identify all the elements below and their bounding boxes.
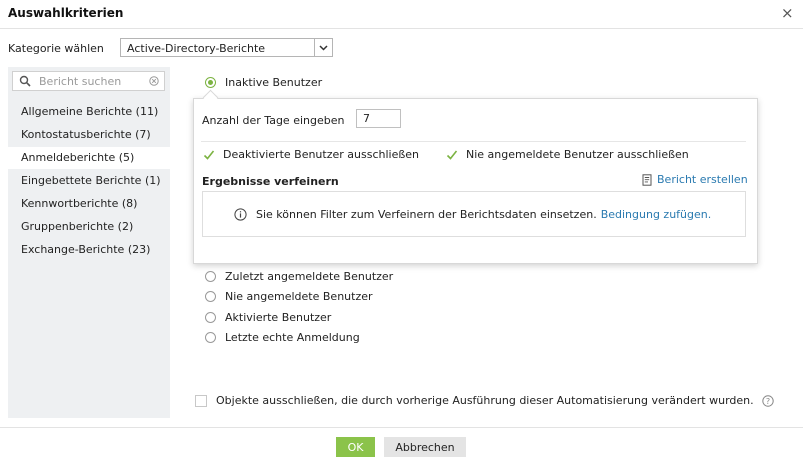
days-input[interactable]: 7 — [356, 109, 401, 128]
report-option-label: Zuletzt angemeldete Benutzer — [225, 270, 394, 283]
checkmark-icon — [203, 150, 215, 160]
add-condition-link[interactable]: Bedingung zufügen. — [601, 208, 712, 221]
create-report-link[interactable]: Bericht erstellen — [642, 173, 748, 186]
exclude-disabled-label: Deaktivierte Benutzer ausschließen — [223, 148, 420, 161]
radio-unselected[interactable] — [205, 332, 216, 343]
report-option-nie-angemeldet[interactable]: Nie angemeldete Benutzer — [205, 290, 373, 303]
category-label: Kategorie wählen — [8, 42, 104, 55]
radio-unselected[interactable] — [205, 271, 216, 282]
exclude-objects-checkbox[interactable] — [195, 394, 207, 407]
report-option-letzte-echte-anmeldung[interactable]: Letzte echte Anmeldung — [205, 331, 360, 344]
cancel-button[interactable]: Abbrechen — [384, 437, 466, 457]
radio-unselected[interactable] — [205, 312, 216, 323]
close-icon[interactable]: × — [781, 4, 794, 22]
sidebar-item-kennwortberichte[interactable]: Kennwortberichte (8) — [8, 193, 170, 215]
sidebar-item-eingebettete-berichte[interactable]: Eingebettete Berichte (1) — [8, 170, 170, 192]
document-icon — [642, 173, 652, 186]
report-option-label: Inaktive Benutzer — [225, 76, 323, 89]
exclude-never-logged-checkbox[interactable]: Nie angemeldete Benutzer ausschließen — [446, 148, 689, 161]
radio-selected[interactable] — [205, 77, 216, 88]
report-option-label: Nie angemeldete Benutzer — [225, 290, 373, 303]
report-option-aktivierte-benutzer[interactable]: Aktivierte Benutzer — [205, 311, 331, 324]
footer-divider — [0, 427, 803, 428]
search-icon — [19, 75, 31, 90]
svg-text:?: ? — [766, 396, 770, 405]
checkmark-icon — [446, 150, 458, 160]
clear-search-icon[interactable] — [149, 76, 159, 89]
ok-button[interactable]: OK — [336, 437, 375, 457]
category-select-value: Active-Directory-Berichte — [127, 42, 266, 55]
exclude-objects-row: Objekte ausschließen, die durch vorherig… — [195, 394, 774, 407]
dialog-title: Auswahlkriterien — [8, 6, 124, 20]
sidebar-item-exchange-berichte[interactable]: Exchange-Berichte (23) — [8, 239, 170, 261]
exclude-objects-label: Objekte ausschließen, die durch vorherig… — [216, 394, 754, 407]
exclude-never-logged-label: Nie angemeldete Benutzer ausschließen — [466, 148, 689, 161]
category-select[interactable]: Active-Directory-Berichte — [120, 38, 333, 57]
chevron-down-icon[interactable] — [314, 39, 332, 56]
popup-divider — [201, 141, 746, 142]
search-placeholder: Bericht suchen — [39, 75, 122, 88]
refine-results-title: Ergebnisse verfeinern — [202, 175, 339, 188]
radio-unselected[interactable] — [205, 291, 216, 302]
search-input[interactable]: Bericht suchen — [12, 71, 165, 91]
report-option-label: Aktivierte Benutzer — [225, 311, 332, 324]
sidebar-item-gruppenberichte[interactable]: Gruppenberichte (2) — [8, 216, 170, 238]
sidebar-item-allgemeine-berichte[interactable]: Allgemeine Berichte (11) — [8, 101, 170, 123]
report-option-zuletzt-angemeldet[interactable]: Zuletzt angemeldete Benutzer — [205, 270, 393, 283]
info-icon — [234, 208, 247, 221]
report-option-label: Letzte echte Anmeldung — [225, 331, 360, 344]
create-report-label: Bericht erstellen — [657, 173, 748, 186]
filter-info: Sie können Filter zum Verfeinern der Ber… — [234, 208, 711, 221]
filter-info-text: Sie können Filter zum Verfeinern der Ber… — [256, 208, 597, 221]
sidebar-item-anmeldeberichte[interactable]: Anmeldeberichte (5) — [8, 147, 170, 169]
header-divider — [0, 28, 803, 29]
sidebar-item-kontostatusberichte[interactable]: Kontostatusberichte (7) — [8, 124, 170, 146]
exclude-disabled-checkbox[interactable]: Deaktivierte Benutzer ausschließen — [203, 148, 419, 161]
days-label: Anzahl der Tage eingeben — [202, 114, 345, 127]
help-icon[interactable]: ? — [761, 394, 774, 407]
report-option-inaktive-benutzer[interactable]: Inaktive Benutzer — [205, 76, 322, 89]
